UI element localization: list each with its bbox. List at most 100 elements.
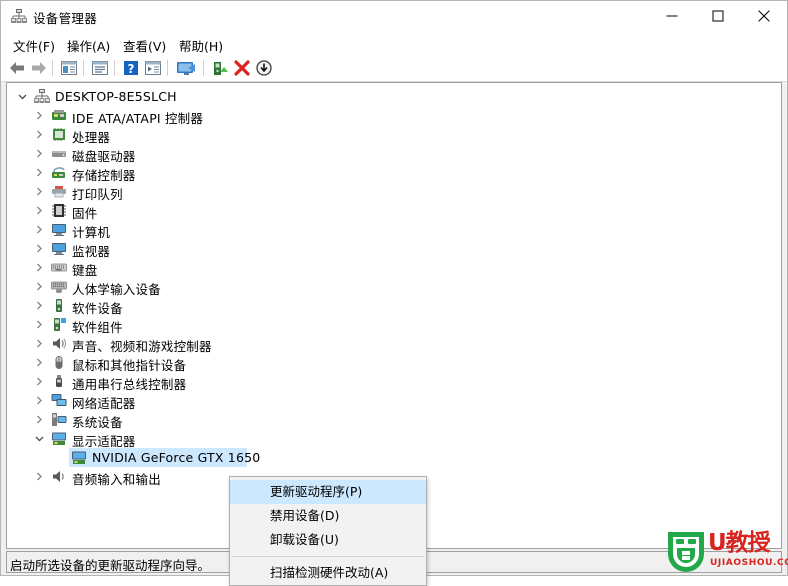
- context-menu-item-scan-hardware-changes[interactable]: 扫描检测硬件改动(A): [230, 561, 426, 585]
- system-device-icon: [51, 412, 67, 427]
- chevron-right-icon[interactable]: [34, 243, 45, 254]
- keyboard-icon: [51, 260, 67, 275]
- chevron-right-icon[interactable]: [34, 395, 45, 406]
- tree-row-print-queue[interactable]: 打印队列: [7, 182, 781, 202]
- tree-label: 音频输入和输出: [72, 472, 161, 487]
- context-menu-item-disable-device[interactable]: 禁用设备(D): [230, 504, 426, 528]
- software-device-icon: [51, 298, 67, 313]
- toolbar-separator-1: [52, 60, 53, 76]
- toolbar-separator-2: [83, 60, 84, 76]
- tree-row-software-device[interactable]: 软件设备: [7, 296, 781, 316]
- gpu-icon: [71, 450, 87, 465]
- sound-video-game-icon: [51, 336, 67, 351]
- context-menu-item-uninstall-device[interactable]: 卸载设备(U): [230, 528, 426, 552]
- chevron-right-icon[interactable]: [34, 186, 45, 197]
- close-button[interactable]: [741, 1, 787, 31]
- forward-arrow-icon[interactable]: [29, 58, 49, 78]
- enable-device-icon[interactable]: [254, 58, 274, 78]
- title-bar: 设备管理器: [1, 1, 787, 31]
- toolbar-separator-3: [114, 60, 115, 76]
- context-menu-item-update-driver[interactable]: 更新驱动程序(P): [230, 480, 426, 504]
- menu-view[interactable]: 查看(V): [119, 35, 170, 56]
- chevron-right-icon[interactable]: [34, 357, 45, 368]
- tree-row-monitor[interactable]: 监视器: [7, 239, 781, 259]
- chevron-right-icon[interactable]: [34, 110, 45, 121]
- shield-logo-icon: [668, 532, 704, 572]
- chevron-down-icon[interactable]: [17, 91, 28, 102]
- show-hidden-devices-icon[interactable]: [90, 58, 110, 78]
- tree-label-root: DESKTOP-8E5SLCH: [55, 89, 177, 104]
- tree-row-disk-drive[interactable]: 磁盘驱动器: [7, 144, 781, 164]
- chevron-right-icon[interactable]: [34, 281, 45, 292]
- tree-label-selected: NVIDIA GeForce GTX 1650: [92, 450, 261, 465]
- menu-bar: 文件(F) 操作(A) 查看(V) 帮助(H): [1, 31, 787, 54]
- chevron-down-icon[interactable]: [34, 433, 45, 444]
- chevron-right-icon[interactable]: [34, 224, 45, 235]
- tree-row-usb-controller[interactable]: 通用串行总线控制器: [7, 372, 781, 392]
- chevron-right-icon[interactable]: [34, 262, 45, 273]
- monitor-icon: [51, 241, 67, 256]
- tree-row-system-device[interactable]: 系统设备: [7, 410, 781, 430]
- menu-action[interactable]: 操作(A): [63, 35, 114, 56]
- toolbar-separator-5: [203, 60, 204, 76]
- context-menu[interactable]: 更新驱动程序(P) 禁用设备(D) 卸载设备(U) 扫描检测硬件改动(A): [229, 476, 427, 586]
- watermark-brand: U教授: [708, 530, 771, 556]
- mouse-icon: [51, 355, 67, 370]
- tree-row-software-component[interactable]: 软件组件: [7, 315, 781, 335]
- network-adapter-icon: [51, 393, 67, 408]
- disk-drive-icon: [51, 146, 67, 161]
- tree-row-hid[interactable]: 人体学输入设备: [7, 277, 781, 297]
- properties-panel-icon[interactable]: [59, 58, 79, 78]
- tree-row-sound-video-game[interactable]: 声音、视频和游戏控制器: [7, 334, 781, 354]
- chevron-right-icon[interactable]: [34, 300, 45, 311]
- chevron-right-icon[interactable]: [34, 471, 45, 482]
- processor-icon: [51, 127, 67, 142]
- chevron-right-icon[interactable]: [34, 205, 45, 216]
- tree-row-gpu-nvidia[interactable]: NVIDIA GeForce GTX 1650: [7, 448, 781, 467]
- disable-device-icon[interactable]: [232, 58, 252, 78]
- back-arrow-icon[interactable]: [7, 58, 27, 78]
- menu-help[interactable]: 帮助(H): [175, 35, 227, 56]
- menu-file[interactable]: 文件(F): [9, 35, 59, 56]
- maximize-button[interactable]: [695, 1, 741, 31]
- scan-hardware-icon[interactable]: [174, 58, 200, 78]
- firmware-icon: [51, 203, 67, 218]
- hid-icon: [51, 279, 67, 294]
- context-menu-separator: [232, 556, 424, 557]
- chevron-right-icon[interactable]: [34, 167, 45, 178]
- uninstall-device-icon[interactable]: [210, 58, 230, 78]
- status-text: 启动所选设备的更新驱动程序向导。: [10, 558, 211, 573]
- tree-row-computer[interactable]: 计算机: [7, 220, 781, 240]
- storage-controller-icon: [51, 165, 67, 180]
- tree-row-mouse[interactable]: 鼠标和其他指针设备: [7, 353, 781, 373]
- chevron-right-icon[interactable]: [34, 148, 45, 159]
- device-manager-icon: [11, 9, 27, 24]
- tree-row-network-adapter[interactable]: 网络适配器: [7, 391, 781, 411]
- window-title: 设备管理器: [33, 11, 98, 26]
- display-adapter-icon: [51, 431, 67, 446]
- chevron-right-icon[interactable]: [34, 319, 45, 330]
- watermark-domain: UJIAOSHOU.COM: [710, 558, 788, 568]
- chevron-right-icon[interactable]: [34, 414, 45, 425]
- computer-root-icon: [34, 89, 50, 104]
- tree-row-processor[interactable]: 处理器: [7, 125, 781, 145]
- svg-text:?: ?: [128, 62, 135, 76]
- computer-icon: [51, 222, 67, 237]
- tree-row-firmware[interactable]: 固件: [7, 201, 781, 221]
- device-manager-window: 设备管理器 文件(F) 操作(A) 查看(V) 帮助(H) ? DESKTOP-…: [0, 0, 788, 586]
- update-driver-panel-icon[interactable]: [143, 58, 163, 78]
- tree-row-ide-controller[interactable]: IDE ATA/ATAPI 控制器: [7, 106, 781, 126]
- chevron-right-icon[interactable]: [34, 338, 45, 349]
- help-icon[interactable]: ?: [121, 58, 141, 78]
- audio-io-icon: [51, 469, 67, 484]
- ide-controller-icon: [51, 108, 67, 123]
- chevron-right-icon[interactable]: [34, 376, 45, 387]
- software-component-icon: [51, 317, 67, 332]
- tree-row-display-adapter[interactable]: 显示适配器: [7, 429, 781, 449]
- chevron-right-icon[interactable]: [34, 129, 45, 140]
- tree-row-storage-controller[interactable]: 存储控制器: [7, 163, 781, 183]
- minimize-button[interactable]: [649, 1, 695, 31]
- tree-row-root[interactable]: DESKTOP-8E5SLCH: [7, 87, 781, 106]
- toolbar-separator-4: [167, 60, 168, 76]
- tree-row-keyboard[interactable]: 键盘: [7, 258, 781, 278]
